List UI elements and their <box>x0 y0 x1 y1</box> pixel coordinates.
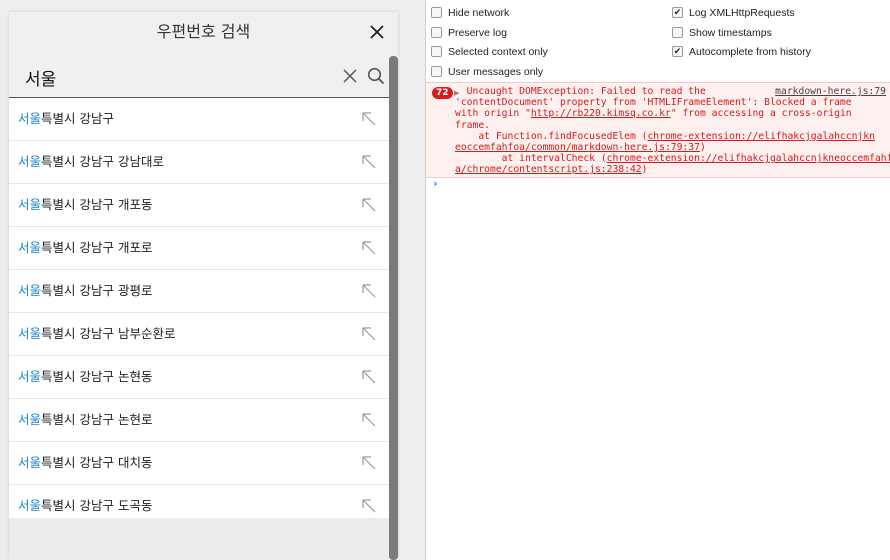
popup-title: 우편번호 검색 <box>156 22 251 41</box>
result-highlight: 서울 <box>18 326 42 341</box>
setting-selected-context-only[interactable]: Selected context only <box>431 43 548 61</box>
checkbox-preserve-log[interactable] <box>431 26 442 38</box>
checkbox-user-messages-only[interactable] <box>431 65 442 77</box>
result-highlight: 서울 <box>18 111 42 126</box>
result-row[interactable]: 서울특별시 강남구 개포동 <box>9 184 389 227</box>
checkbox-autocomplete-history[interactable]: ✔ <box>672 45 683 57</box>
console-prompt[interactable]: › <box>432 177 439 190</box>
result-text: 서울특별시 강남구 <box>18 98 114 139</box>
fill-in-arrow-icon[interactable] <box>361 197 377 213</box>
checkbox-hide-network[interactable] <box>431 6 442 18</box>
result-highlight: 서울 <box>18 412 42 427</box>
fill-in-arrow-icon[interactable] <box>361 111 377 127</box>
result-highlight: 서울 <box>18 283 42 298</box>
result-address: 특별시 강남구 광평로 <box>41 283 153 298</box>
result-text: 서울특별시 강남구 광평로 <box>18 270 152 311</box>
fill-in-arrow-icon[interactable] <box>361 240 377 256</box>
result-row[interactable]: 서울특별시 강남구 <box>9 98 389 141</box>
setting-autocomplete-history[interactable]: ✔ Autocomplete from history <box>672 43 811 61</box>
result-row[interactable]: 서울특별시 강남구 강남대로 <box>9 141 389 184</box>
setting-hide-network[interactable]: Hide network <box>431 4 509 22</box>
stack-link-1-cont[interactable]: eoccemfahfoa/common/markdown-here.js:79:… <box>455 142 700 153</box>
result-address: 특별시 강남구 강남대로 <box>41 154 164 169</box>
fill-in-arrow-icon[interactable] <box>361 326 377 342</box>
fill-in-arrow-icon[interactable] <box>361 412 377 428</box>
fill-in-arrow-icon[interactable] <box>361 455 377 471</box>
result-highlight: 서울 <box>18 369 42 384</box>
setting-log-xhr[interactable]: ✔ Log XMLHttpRequests <box>672 4 795 22</box>
result-text: 서울특별시 강남구 남부순환로 <box>18 313 175 354</box>
result-highlight: 서울 <box>18 498 42 513</box>
result-row[interactable]: 서울특별시 강남구 광평로 <box>9 270 389 313</box>
result-address: 특별시 강남구 남부순환로 <box>41 326 176 341</box>
search-icon[interactable] <box>367 67 385 85</box>
console-settings: Hide network Preserve log Selected conte… <box>426 0 890 83</box>
search-input[interactable] <box>23 62 327 92</box>
result-text: 서울특별시 강남구 개포로 <box>18 227 152 268</box>
clear-icon[interactable] <box>343 69 357 83</box>
stack-link-2-cont[interactable]: a/chrome/contentscript.js:238:42 <box>455 164 642 175</box>
close-icon[interactable] <box>368 23 386 41</box>
stack-link-2[interactable]: chrome-extension://elifhakcjgalahccnjkne… <box>607 153 890 164</box>
error-source-link[interactable]: markdown-here.js:79 <box>773 86 886 98</box>
checkbox-log-xhr[interactable]: ✔ <box>672 6 683 18</box>
result-text: 서울특별시 강남구 대치동 <box>18 442 152 483</box>
result-row[interactable]: 서울특별시 강남구 개포로 <box>9 227 389 270</box>
result-text: 서울특별시 강남구 논현로 <box>18 399 152 440</box>
result-address: 특별시 강남구 도곡동 <box>41 498 153 513</box>
postcode-search-popup: 우편번호 검색 서울특별시 강남구서울특별시 강남구 강남대로서울특별시 강남구… <box>9 12 398 560</box>
console-error-message: 72 ▶ Uncaught DOMException: Failed to re… <box>426 82 890 178</box>
result-highlight: 서울 <box>18 240 42 255</box>
result-address: 특별시 강남구 개포로 <box>41 240 153 255</box>
result-address: 특별시 강남구 <box>41 111 114 126</box>
setting-show-timestamps[interactable]: Show timestamps <box>672 24 772 42</box>
stack-link-1[interactable]: chrome-extension://elifhakcjgalahccnjkn <box>647 131 874 142</box>
result-highlight: 서울 <box>18 154 42 169</box>
setting-preserve-log[interactable]: Preserve log <box>431 24 507 42</box>
fill-in-arrow-icon[interactable] <box>361 498 377 514</box>
search-bar <box>9 57 398 98</box>
result-row[interactable]: 서울특별시 강남구 논현로 <box>9 399 389 442</box>
result-text: 서울특별시 강남구 강남대로 <box>18 141 164 182</box>
error-origin-link[interactable]: http://rb220.kimsq.co.kr <box>531 108 671 119</box>
webpage-area: 우편번호 검색 서울특별시 강남구서울특별시 강남구 강남대로서울특별시 강남구… <box>0 0 425 560</box>
scrollbar[interactable] <box>389 56 398 560</box>
result-row[interactable]: 서울특별시 강남구 남부순환로 <box>9 313 389 356</box>
checkbox-selected-context-only[interactable] <box>431 45 442 57</box>
result-address: 특별시 강남구 대치동 <box>41 455 153 470</box>
result-highlight: 서울 <box>18 197 42 212</box>
result-row[interactable]: 서울특별시 강남구 논현동 <box>9 356 389 399</box>
results-list: 서울특별시 강남구 서울특별시 강남구 강남대로 서울특별시 강남구 개포동 서울특별… <box>9 98 389 528</box>
result-text: 서울특별시 강남구 논현동 <box>18 356 152 397</box>
result-row[interactable]: 서울특별시 강남구 대치동 <box>9 442 389 485</box>
popup-footer <box>9 518 389 560</box>
error-count-badge: 72 <box>432 87 453 99</box>
error-text: Uncaught DOMException: Failed to read th… <box>455 86 890 176</box>
setting-user-messages-only[interactable]: User messages only <box>431 63 543 81</box>
fill-in-arrow-icon[interactable] <box>361 369 377 385</box>
result-highlight: 서울 <box>18 455 42 470</box>
result-address: 특별시 강남구 논현로 <box>41 412 153 427</box>
devtools-console: Hide network Preserve log Selected conte… <box>426 0 890 560</box>
result-address: 특별시 강남구 개포동 <box>41 197 153 212</box>
fill-in-arrow-icon[interactable] <box>361 154 377 170</box>
result-address: 특별시 강남구 논현동 <box>41 369 153 384</box>
result-text: 서울특별시 강남구 개포동 <box>18 184 152 225</box>
fill-in-arrow-icon[interactable] <box>361 283 377 299</box>
checkbox-show-timestamps[interactable] <box>672 26 683 38</box>
